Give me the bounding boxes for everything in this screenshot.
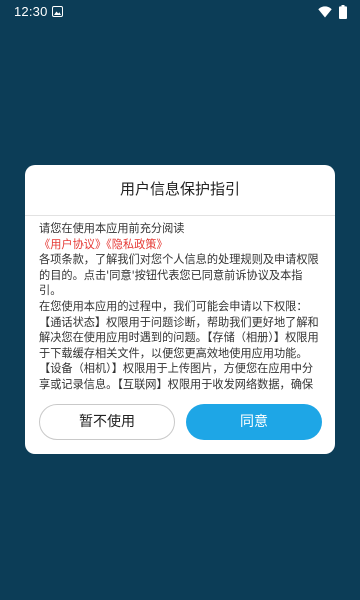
intro-text: 请您在使用本应用前充分阅读 — [39, 222, 185, 235]
decline-button[interactable]: 暂不使用 — [39, 404, 175, 440]
battery-icon — [339, 5, 347, 19]
agree-button[interactable]: 同意 — [186, 404, 322, 440]
app-notification-icon — [52, 6, 63, 17]
privacy-guide-dialog: 用户信息保护指引 请您在使用本应用前充分阅读 《用户协议》《隐私政策》 各项条款… — [25, 165, 335, 454]
policy-links: 《用户协议》《隐私政策》 — [39, 237, 323, 253]
user-agreement-link[interactable]: 《用户协议》 — [39, 238, 106, 251]
status-time: 12:30 — [14, 4, 48, 19]
dialog-title: 用户信息保护指引 — [119, 180, 240, 198]
dialog-body[interactable]: 请您在使用本应用前充分阅读 《用户协议》《隐私政策》 各项条款，了解我们对您个人… — [39, 221, 323, 392]
wifi-icon — [318, 6, 332, 18]
dialog-divider — [25, 215, 335, 216]
status-bar: 12:30 — [0, 0, 360, 24]
privacy-policy-link[interactable]: 《隐私政策》 — [106, 238, 168, 251]
terms-paragraph: 各项条款，了解我们对您个人信息的处理规则及申请权限的目的。点击'同意'按钮代表您… — [39, 253, 319, 298]
permissions-paragraph: 在您使用本应用的过程中，我们可能会申请以下权限：【通话状态】权限用于问题诊断，帮… — [39, 299, 319, 391]
